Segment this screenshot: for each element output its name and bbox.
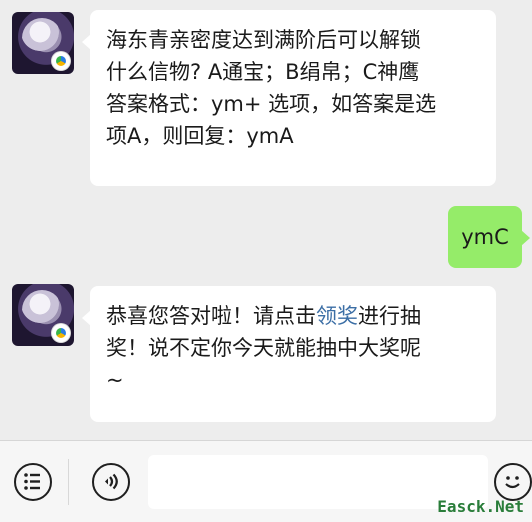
message-bubble-question[interactable]: 海东青亲密度达到满阶后可以解锁 什么信物? A通宝；B绢帛；C神鹰 答案格式：y… (82, 10, 496, 186)
voice-button[interactable] (92, 463, 130, 501)
reply-text: ymC (461, 225, 509, 249)
message-text: 恭喜您答对啦！请点击 (106, 304, 316, 328)
message-line: 什么信物? A通宝；B绢帛；C神鹰 (106, 60, 420, 84)
divider (68, 459, 69, 505)
tencent-badge-icon (52, 52, 70, 70)
message-line: 奖！说不定你今天就能抽中大奖呢 (106, 336, 421, 360)
list-menu-icon (24, 473, 40, 490)
emoji-icon (505, 476, 520, 489)
chat-area: 海东青亲密度达到满阶后可以解锁 什么信物? A通宝；B绢帛；C神鹰 答案格式：y… (0, 0, 532, 440)
message-line: 恭喜您答对啦！请点击领奖进行抽 (106, 300, 482, 332)
message-text: 进行抽 (358, 304, 421, 328)
message-line: 答案格式：ym+ 选项，如答案是选 (106, 92, 437, 116)
contact-avatar[interactable] (12, 12, 74, 74)
contact-avatar[interactable] (12, 284, 74, 346)
message-line: 项A，则回复：ymA (106, 124, 294, 148)
emoji-button[interactable] (494, 463, 532, 501)
message-bubble-reply[interactable]: ymC (448, 206, 530, 268)
claim-prize-link[interactable]: 领奖 (316, 304, 358, 328)
voice-icon (105, 473, 118, 490)
tencent-badge-icon (52, 324, 70, 342)
input-bar: Easck.Net (0, 440, 532, 522)
message-line: ~ (106, 368, 124, 392)
message-line: 海东青亲密度达到满阶后可以解锁 (106, 28, 421, 52)
watermark: Easck.Net (437, 497, 524, 516)
message-bubble-result[interactable]: 恭喜您答对啦！请点击领奖进行抽 奖！说不定你今天就能抽中大奖呢 ~ (82, 286, 496, 422)
menu-button[interactable] (14, 463, 52, 501)
